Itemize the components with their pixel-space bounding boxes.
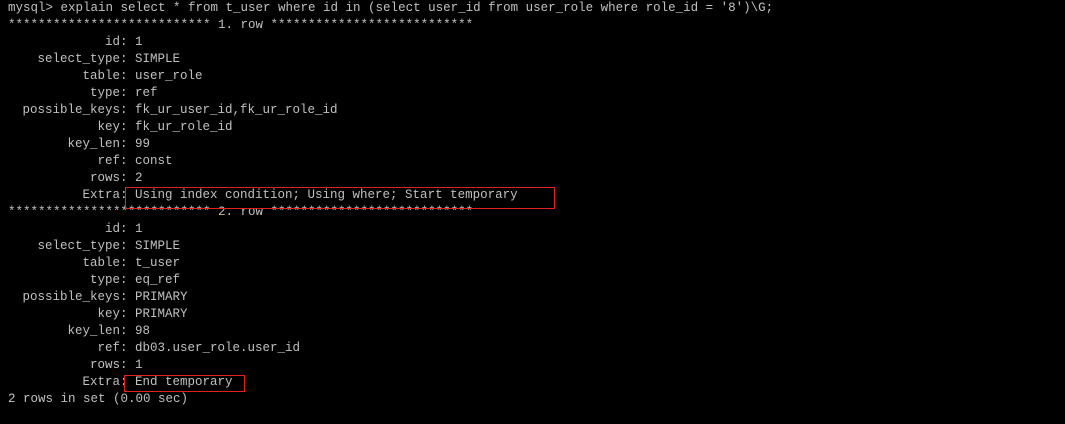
- field-value: t_user: [135, 256, 181, 270]
- field-key: key: [97, 307, 120, 321]
- field-separator: :: [120, 171, 136, 185]
- field-value: 1: [135, 35, 143, 49]
- field-value: const: [135, 154, 173, 168]
- field-separator: :: [120, 52, 136, 66]
- field-value: SIMPLE: [135, 52, 181, 66]
- field-key: Extra: [82, 188, 120, 202]
- field-key: select_type: [37, 239, 120, 253]
- field-value: 1: [135, 358, 143, 372]
- field-key: ref: [97, 154, 120, 168]
- field-key: key_len: [67, 324, 120, 338]
- field-value: 99: [135, 137, 151, 151]
- field-key: rows: [89, 358, 120, 372]
- row-2-header: *************************** 2. row *****…: [8, 205, 474, 219]
- field-row: possible_keys: fk_ur_user_id,fk_ur_role_…: [8, 102, 338, 119]
- field-row: key_len: 98: [8, 323, 150, 340]
- field-key: possible_keys: [22, 103, 120, 117]
- field-row: Extra: Using index condition; Using wher…: [8, 187, 518, 204]
- field-value: user_role: [135, 69, 203, 83]
- command-line: mysql> explain select * from t_user wher…: [8, 1, 774, 15]
- field-separator: :: [120, 222, 136, 236]
- field-separator: :: [120, 358, 136, 372]
- field-separator: :: [120, 324, 136, 338]
- field-row: ref: const: [8, 153, 173, 170]
- field-row: rows: 1: [8, 357, 143, 374]
- field-value: eq_ref: [135, 273, 181, 287]
- field-value: 2: [135, 171, 143, 185]
- field-value: PRIMARY: [135, 290, 188, 304]
- field-key: key_len: [67, 137, 120, 151]
- field-key: select_type: [37, 52, 120, 66]
- field-key: table: [82, 256, 120, 270]
- field-value: fk_ur_user_id,fk_ur_role_id: [135, 103, 338, 117]
- field-separator: :: [120, 307, 136, 321]
- field-separator: :: [120, 35, 136, 49]
- field-key: ref: [97, 341, 120, 355]
- field-separator: :: [120, 341, 136, 355]
- field-value: Using index condition; Using where; Star…: [135, 188, 518, 202]
- field-separator: :: [120, 188, 136, 202]
- field-value: SIMPLE: [135, 239, 181, 253]
- field-value: fk_ur_role_id: [135, 120, 233, 134]
- field-row: key_len: 99: [8, 136, 150, 153]
- field-row: select_type: SIMPLE: [8, 51, 180, 68]
- field-separator: :: [120, 290, 136, 304]
- field-row: rows: 2: [8, 170, 143, 187]
- field-row: id: 1: [8, 221, 143, 238]
- field-key: table: [82, 69, 120, 83]
- field-key: id: [104, 35, 120, 49]
- field-key: id: [104, 222, 120, 236]
- field-separator: :: [120, 256, 136, 270]
- field-key: key: [97, 120, 120, 134]
- field-value: 98: [135, 324, 151, 338]
- field-separator: :: [120, 69, 136, 83]
- field-separator: :: [120, 120, 136, 134]
- field-row: table: t_user: [8, 255, 180, 272]
- field-row: Extra: End temporary: [8, 374, 233, 391]
- field-key: rows: [89, 171, 120, 185]
- field-separator: :: [120, 103, 136, 117]
- field-key: type: [89, 86, 120, 100]
- field-separator: :: [120, 137, 136, 151]
- field-value: db03.user_role.user_id: [135, 341, 301, 355]
- field-row: table: user_role: [8, 68, 203, 85]
- field-value: End temporary: [135, 375, 233, 389]
- field-row: type: ref: [8, 85, 158, 102]
- field-row: ref: db03.user_role.user_id: [8, 340, 300, 357]
- field-row: key: fk_ur_role_id: [8, 119, 233, 136]
- field-separator: :: [120, 375, 136, 389]
- field-row: select_type: SIMPLE: [8, 238, 180, 255]
- mysql-terminal[interactable]: mysql> explain select * from t_user wher…: [0, 0, 1065, 424]
- field-value: 1: [135, 222, 143, 236]
- field-row: possible_keys: PRIMARY: [8, 289, 188, 306]
- field-separator: :: [120, 86, 136, 100]
- field-separator: :: [120, 273, 136, 287]
- field-key: possible_keys: [22, 290, 120, 304]
- row-1-header: *************************** 1. row *****…: [8, 18, 474, 32]
- field-row: key: PRIMARY: [8, 306, 188, 323]
- field-value: PRIMARY: [135, 307, 188, 321]
- field-separator: :: [120, 239, 136, 253]
- field-key: Extra: [82, 375, 120, 389]
- result-summary: 2 rows in set (0.00 sec): [8, 392, 189, 406]
- field-row: id: 1: [8, 34, 143, 51]
- field-separator: :: [120, 154, 136, 168]
- field-row: type: eq_ref: [8, 272, 180, 289]
- field-key: type: [89, 273, 120, 287]
- field-value: ref: [135, 86, 158, 100]
